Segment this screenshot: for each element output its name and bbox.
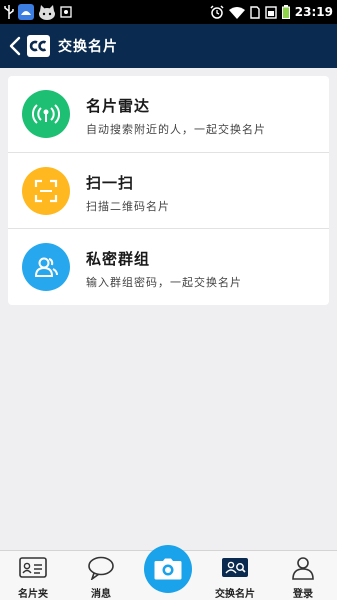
- nav-item-card-holder[interactable]: 名片夹: [5, 551, 61, 600]
- option-card-scan[interactable]: 扫一扫 扫描二维码名片: [8, 152, 329, 228]
- nav-label: 登录: [293, 589, 313, 600]
- nav-item-messages[interactable]: 消息: [73, 551, 129, 600]
- app-logo: [27, 35, 50, 57]
- option-card-private-group[interactable]: 私密群组 输入群组密码，一起交换名片: [8, 228, 329, 304]
- wifi-icon: [228, 6, 245, 19]
- status-left: [4, 3, 72, 21]
- alarm-icon: [210, 5, 224, 19]
- status-time: 23:19: [294, 5, 333, 19]
- scan-icon-circle: [22, 167, 70, 215]
- user-icon: [292, 557, 314, 580]
- camera-icon: [154, 558, 182, 580]
- option-subtitle: 输入群组密码，一起交换名片: [86, 276, 242, 289]
- card-holder-icon: [19, 557, 47, 578]
- scan-icon: [34, 179, 58, 203]
- option-subtitle: 扫描二维码名片: [86, 200, 170, 213]
- radar-icon-circle: [22, 90, 70, 138]
- exchange-card-icon: [222, 558, 248, 577]
- group-icon-circle: [22, 243, 70, 291]
- back-button[interactable]: [4, 32, 26, 60]
- camera-button[interactable]: [144, 545, 192, 593]
- title-bar: 交换名片: [0, 24, 337, 68]
- usb-icon: [4, 5, 14, 19]
- nav-item-exchange-card[interactable]: 交换名片: [207, 551, 263, 600]
- cat-app-icon: [39, 5, 55, 20]
- battery-icon: [281, 5, 290, 19]
- signal-icon: [265, 5, 277, 19]
- option-title: 名片雷达: [86, 97, 151, 115]
- option-subtitle: 自动搜索附近的人，一起交换名片: [86, 123, 266, 136]
- message-icon: [88, 556, 114, 580]
- option-card-radar[interactable]: 名片雷达 自动搜索附近的人，一起交换名片: [8, 76, 329, 152]
- group-icon: [34, 257, 58, 277]
- radar-icon: [32, 104, 60, 124]
- notification-app-icon: [18, 4, 34, 20]
- exchange-options-card: 名片雷达 自动搜索附近的人，一起交换名片 扫一扫 扫描二维码名片 私密群组 输入…: [8, 76, 329, 305]
- chevron-left-icon: [9, 36, 21, 56]
- page-title: 交换名片: [58, 39, 118, 55]
- option-title: 私密群组: [86, 250, 151, 268]
- cc-logo-icon: [29, 40, 47, 52]
- nav-item-login[interactable]: 登录: [275, 551, 331, 600]
- sim-icon: [250, 5, 260, 19]
- nav-label: 名片夹: [18, 589, 48, 600]
- nav-label: 交换名片: [215, 589, 255, 600]
- screenshot-icon: [60, 6, 72, 18]
- status-right: 23:19: [210, 3, 333, 21]
- status-bar: 23:19: [0, 0, 337, 24]
- nav-label: 消息: [91, 589, 111, 600]
- option-title: 扫一扫: [86, 174, 135, 192]
